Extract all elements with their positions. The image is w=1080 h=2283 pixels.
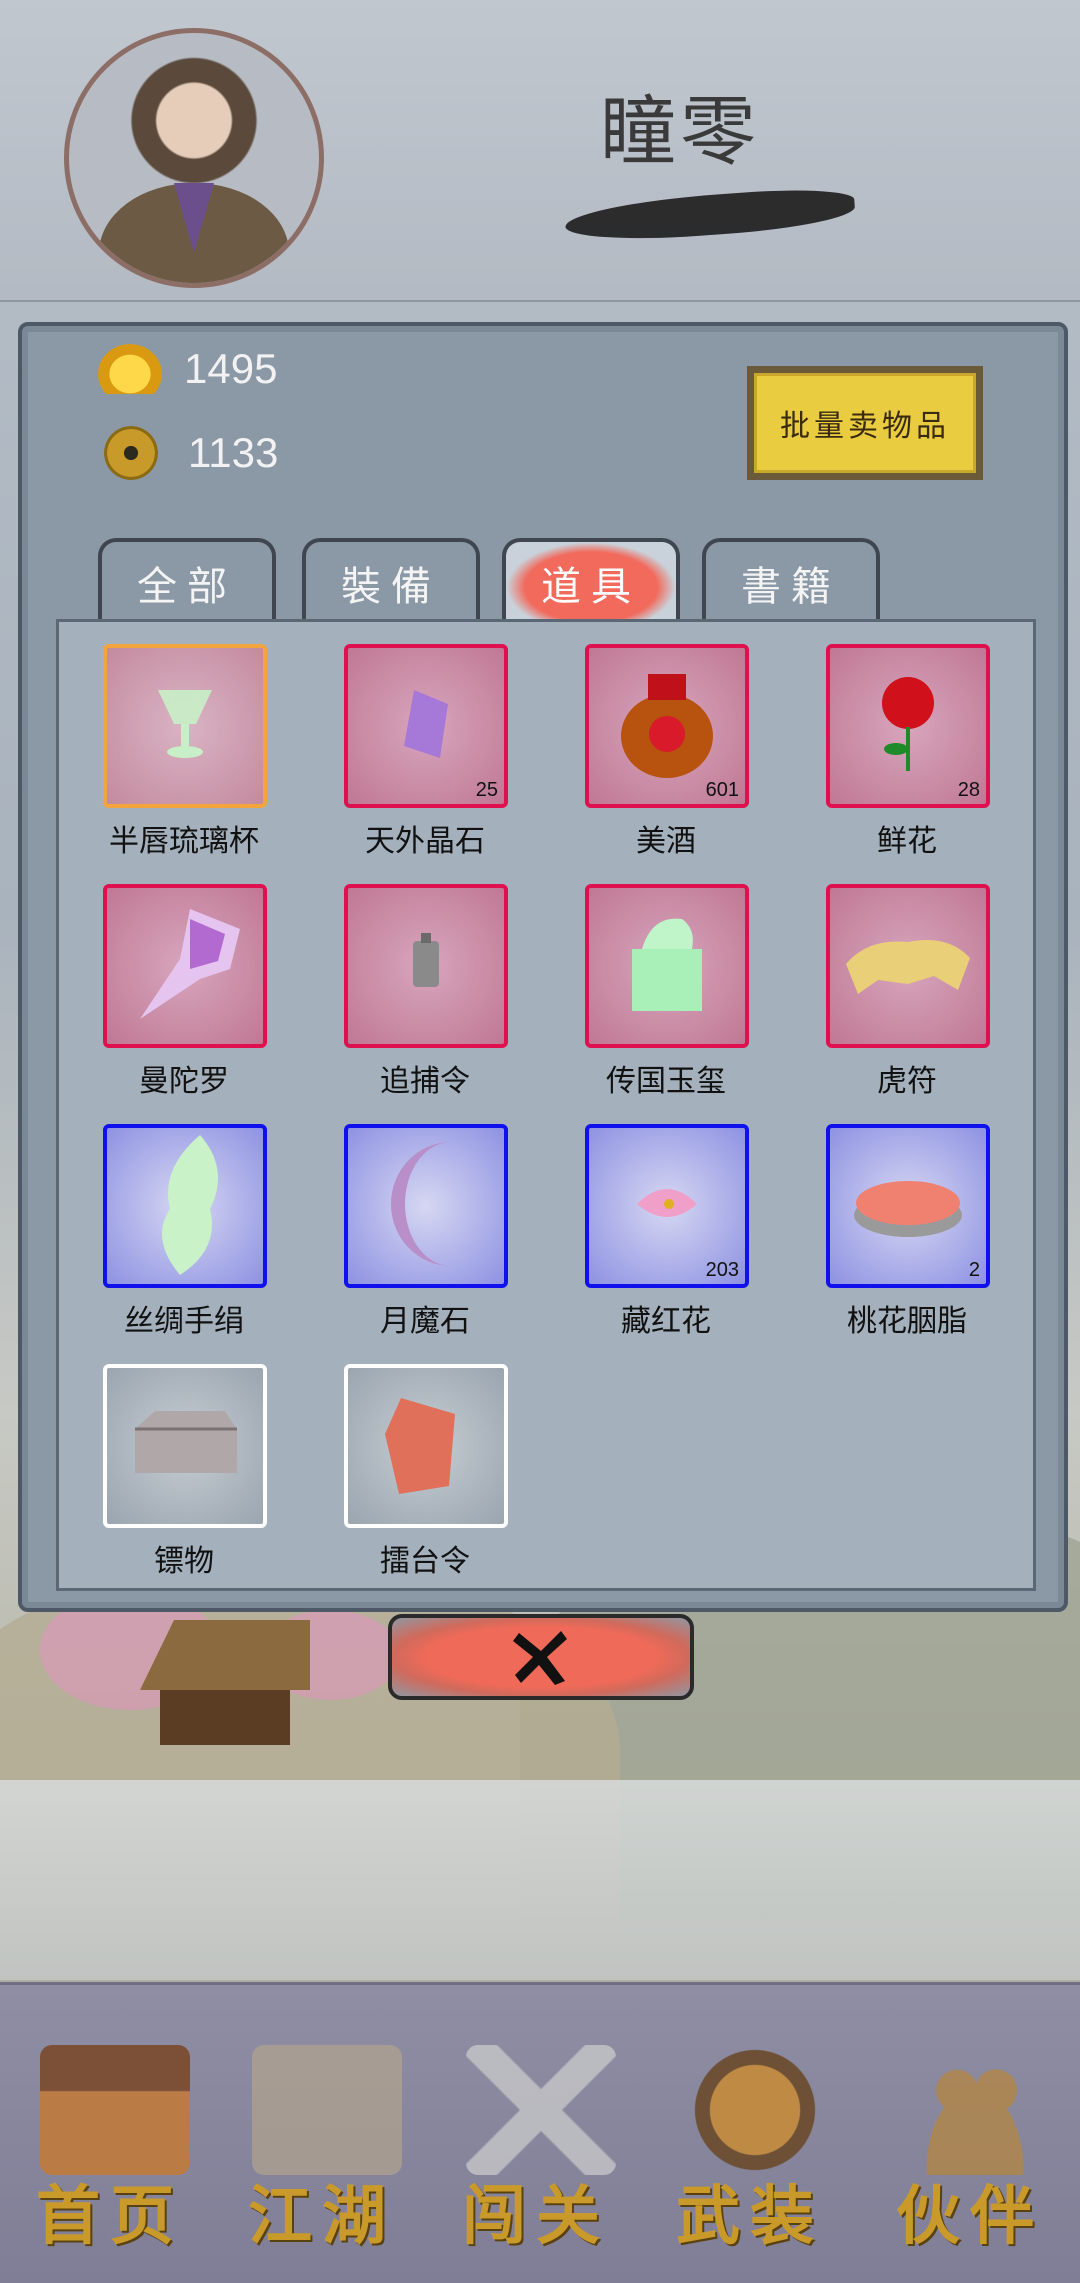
gold-ingot-icon [98,344,162,394]
item-slot[interactable]: 28 [826,644,990,808]
tab-books[interactable]: 書籍 [702,538,880,624]
tab-all[interactable]: 全部 [98,538,276,624]
item-name: 虎符 [877,1064,937,1099]
scroll-icon [252,2045,402,2175]
inventory-item[interactable]: 半唇琉璃杯 [103,644,267,860]
batch-sell-button[interactable]: 批量卖物品 [747,366,983,480]
player-name: 瞳零 [600,87,760,176]
nav-companions[interactable]: 伙伴 [880,2025,1060,2255]
item-name: 美酒 [636,824,696,859]
item-slot[interactable]: 25 [344,644,508,808]
nav-armament[interactable]: 武装 [660,2025,840,2255]
inventory-item[interactable]: 25 天外晶石 [344,644,508,860]
item-slot[interactable] [344,1124,508,1288]
coin-balance: 1133 [104,426,278,480]
item-name: 镖物 [154,1544,214,1579]
inventory-item[interactable]: 2 桃花胭脂 [826,1124,990,1340]
saffron-icon [627,1174,707,1238]
item-slot[interactable] [585,884,749,1048]
nav-label: 伙伴 [896,2179,1044,2254]
close-button[interactable] [388,1614,694,1700]
thatched-hut [140,1620,310,1745]
item-name: 天外晶石 [365,824,485,859]
inventory-item[interactable]: 28 鲜花 [826,644,990,860]
jade-seal-icon [622,909,712,1023]
silk-handkerchief-icon [130,1129,240,1283]
item-grid: 半唇琉璃杯 25 天外晶石 601 美酒 28 鲜花曼陀罗 追捕令 传国玉玺 虎符丝绸手绢 月魔石 2… [56,619,1036,1591]
inventory-item[interactable]: 虎符 [826,884,990,1100]
item-name: 追捕令 [380,1064,470,1099]
item-count: 2 [968,1259,980,1281]
background-river [0,1780,1080,1980]
item-slot[interactable] [344,1364,508,1528]
ink-brush-stroke [563,184,857,246]
arrest-token-icon [401,929,451,1003]
item-count: 601 [705,779,739,801]
inventory-item[interactable]: 曼陀罗 [103,884,267,1100]
item-slot[interactable] [103,644,267,808]
item-name: 藏红花 [621,1304,711,1339]
inventory-item[interactable]: 镖物 [103,1364,267,1580]
nav-challenge[interactable]: 闯关 [446,2025,626,2255]
item-slot[interactable] [103,1124,267,1288]
item-slot[interactable]: 2 [826,1124,990,1288]
bottom-nav: 首页 江湖 闯关 武装 伙伴 [0,1982,1080,2283]
gold-amount: 1495 [184,345,278,392]
copper-coin-icon [104,426,158,480]
gold-balance: 1495 [98,344,277,394]
inventory-item[interactable]: 追捕令 [344,884,508,1100]
crystal-icon [396,684,456,768]
inventory-item[interactable]: 擂台令 [344,1364,508,1580]
moon-stone-icon [371,1134,481,1278]
inventory-item[interactable]: 传国玉玺 [585,884,749,1100]
item-name: 半唇琉璃杯 [109,824,259,859]
item-slot[interactable] [103,1364,267,1528]
item-name: 擂台令 [380,1544,470,1579]
close-x-icon [513,1631,567,1685]
inventory-item[interactable]: 月魔石 [344,1124,508,1340]
nav-jianghu[interactable]: 江湖 [232,2025,412,2255]
tab-equipment[interactable]: 裝備 [302,538,480,624]
player-header: 瞳零 [0,0,1080,302]
nav-label: 首页 [36,2179,184,2254]
item-count: 25 [475,779,498,801]
item-name: 曼陀罗 [139,1064,229,1099]
item-name: 传国玉玺 [606,1064,726,1099]
nav-label: 江湖 [248,2179,396,2254]
nav-home[interactable]: 首页 [20,2025,200,2255]
inventory-panel: 1495 1133 批量卖物品 全部 裝備 道具 書籍 半唇琉璃杯 25 天外晶石 6… [18,322,1068,1612]
item-name: 丝绸手绢 [124,1304,244,1339]
item-slot[interactable]: 203 [585,1124,749,1288]
item-slot[interactable] [826,884,990,1048]
wine-jar-icon [612,664,722,788]
item-name: 桃花胭脂 [847,1304,967,1339]
tiger-tally-icon [838,924,978,1008]
glass-cup-icon [150,684,220,768]
rouge-box-icon [848,1159,968,1253]
item-slot[interactable] [103,884,267,1048]
inventory-item[interactable]: 601 美酒 [585,644,749,860]
nav-label: 闯关 [462,2179,610,2254]
nav-label: 武装 [676,2179,824,2254]
house-icon [40,2045,190,2175]
datura-flower-icon [120,899,250,1033]
crossed-swords-icon [466,2045,616,2175]
avatar[interactable] [64,28,324,288]
item-name: 鲜花 [877,824,937,859]
inventory-item[interactable]: 203 藏红花 [585,1124,749,1340]
escort-box-icon [125,1399,245,1493]
companions-icon [900,2045,1050,2175]
coin-amount: 1133 [188,429,279,476]
item-name: 月魔石 [380,1304,470,1339]
armor-icon [680,2045,830,2175]
item-count: 203 [705,1259,739,1281]
tab-items[interactable]: 道具 [502,538,680,624]
inventory-item[interactable]: 丝绸手绢 [103,1124,267,1340]
arena-token-icon [371,1384,481,1508]
item-slot[interactable]: 601 [585,644,749,808]
item-count: 28 [957,779,980,801]
rose-icon [868,669,948,783]
item-slot[interactable] [344,884,508,1048]
